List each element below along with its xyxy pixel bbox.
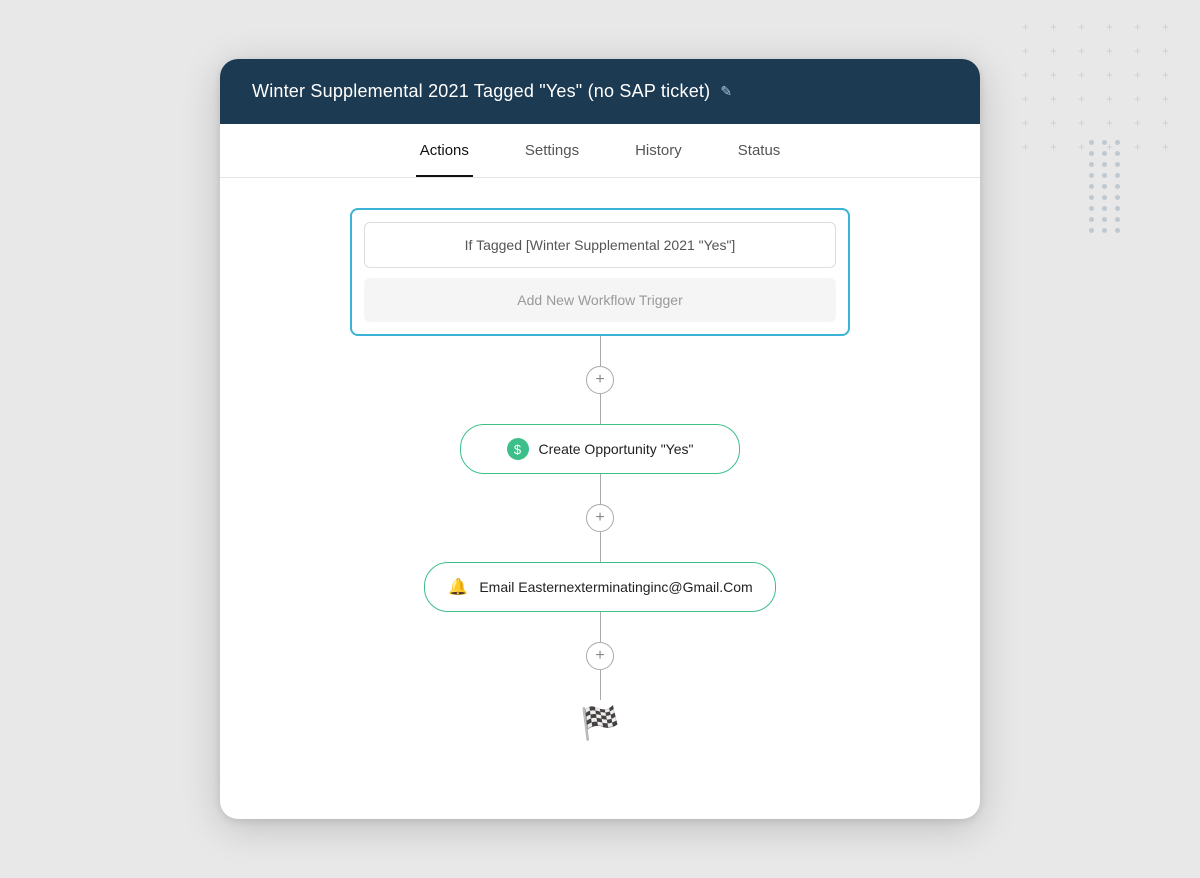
add-step-button-2[interactable]: + xyxy=(586,504,614,532)
tab-actions[interactable]: Actions xyxy=(416,124,473,177)
finish-flag: 🏁 xyxy=(580,704,620,742)
card-header: Winter Supplemental 2021 Tagged "Yes" (n… xyxy=(220,59,980,124)
plus-icon-3: + xyxy=(595,647,604,665)
trigger-box: If Tagged [Winter Supplemental 2021 "Yes… xyxy=(350,208,850,336)
connector-3: + xyxy=(586,612,614,700)
plus-icon-2: + xyxy=(595,509,604,527)
action-label-2: Email Easternexterminatinginc@Gmail.Com xyxy=(479,579,752,595)
card-title: Winter Supplemental 2021 Tagged "Yes" (n… xyxy=(252,81,710,102)
decorative-dots xyxy=(1089,140,1120,239)
plus-icon-1: + xyxy=(595,371,604,389)
action-node-create-opportunity[interactable]: $ Create Opportunity "Yes" xyxy=(460,424,740,474)
outer-wrapper: ++++++ ++++++ ++++++ ++++++ ++++++ +++++… xyxy=(0,0,1200,878)
connector-line-2b xyxy=(600,532,601,562)
opportunity-icon: $ xyxy=(507,438,529,460)
card-body: If Tagged [Winter Supplemental 2021 "Yes… xyxy=(220,178,980,782)
connector-2: + xyxy=(586,474,614,562)
tab-history[interactable]: History xyxy=(631,124,686,177)
connector-line-1b xyxy=(600,394,601,424)
edit-icon[interactable]: ✎ xyxy=(720,83,732,100)
tabs-bar: Actions Settings History Status xyxy=(220,124,980,178)
connector-line-3b xyxy=(600,670,601,700)
connector-line-2 xyxy=(600,474,601,504)
connector-line-3 xyxy=(600,612,601,642)
trigger-condition[interactable]: If Tagged [Winter Supplemental 2021 "Yes… xyxy=(364,222,836,268)
bell-icon: 🔔 xyxy=(448,577,468,597)
add-trigger-button[interactable]: Add New Workflow Trigger xyxy=(364,278,836,322)
decorative-plus-grid: ++++++ ++++++ ++++++ ++++++ ++++++ +++++… xyxy=(1022,20,1180,154)
email-icon: 🔔 xyxy=(447,576,469,598)
action-node-email[interactable]: 🔔 Email Easternexterminatinginc@Gmail.Co… xyxy=(424,562,775,612)
connector-line-1 xyxy=(600,336,601,366)
tab-settings[interactable]: Settings xyxy=(521,124,583,177)
dollar-icon: $ xyxy=(514,442,521,457)
add-step-button-3[interactable]: + xyxy=(586,642,614,670)
action-label-1: Create Opportunity "Yes" xyxy=(539,441,694,457)
connector-1: + xyxy=(586,336,614,424)
main-card: Winter Supplemental 2021 Tagged "Yes" (n… xyxy=(220,59,980,819)
tab-status[interactable]: Status xyxy=(734,124,785,177)
add-step-button-1[interactable]: + xyxy=(586,366,614,394)
